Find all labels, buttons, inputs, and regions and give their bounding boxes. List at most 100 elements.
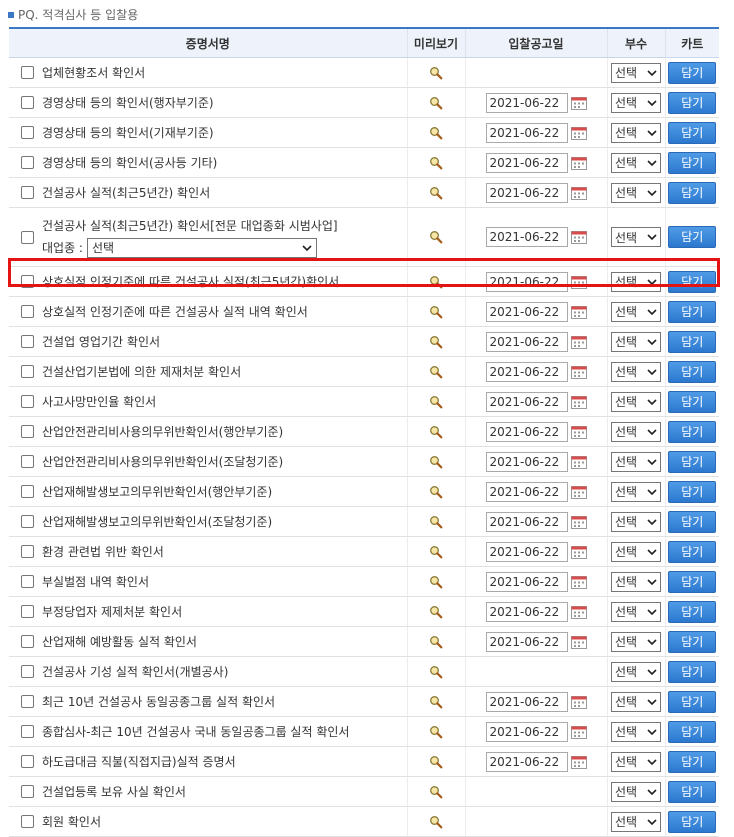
row-checkbox[interactable] xyxy=(21,425,34,438)
add-to-cart-button[interactable]: 담기 xyxy=(668,121,717,144)
calendar-icon[interactable] xyxy=(570,156,587,170)
calendar-icon[interactable] xyxy=(570,275,587,289)
add-to-cart-button[interactable]: 담기 xyxy=(668,330,717,353)
row-checkbox[interactable] xyxy=(21,665,34,678)
magnifier-icon[interactable] xyxy=(429,545,443,559)
magnifier-icon[interactable] xyxy=(429,815,443,829)
add-to-cart-button[interactable]: 담기 xyxy=(668,720,717,743)
bid-date-input[interactable]: 2021-06-22 xyxy=(485,721,568,742)
calendar-icon[interactable] xyxy=(570,725,587,739)
add-to-cart-button[interactable]: 담기 xyxy=(668,600,717,623)
magnifier-icon[interactable] xyxy=(429,665,443,679)
add-to-cart-button[interactable]: 담기 xyxy=(668,300,717,323)
row-checkbox[interactable] xyxy=(21,66,34,79)
row-checkbox[interactable] xyxy=(21,755,34,768)
copies-select[interactable]: 선택 xyxy=(611,511,661,532)
bid-date-input[interactable]: 2021-06-22 xyxy=(485,571,568,592)
bid-date-input[interactable]: 2021-06-22 xyxy=(485,541,568,562)
row-checkbox[interactable] xyxy=(21,275,34,288)
bid-date-input[interactable]: 2021-06-22 xyxy=(485,92,568,113)
magnifier-icon[interactable] xyxy=(429,305,443,319)
calendar-icon[interactable] xyxy=(570,365,587,379)
copies-select[interactable]: 선택 xyxy=(611,541,661,562)
add-to-cart-button[interactable]: 담기 xyxy=(668,480,717,503)
bid-date-input[interactable]: 2021-06-22 xyxy=(485,691,568,712)
add-to-cart-button[interactable]: 담기 xyxy=(668,690,717,713)
calendar-icon[interactable] xyxy=(570,335,587,349)
magnifier-icon[interactable] xyxy=(429,485,443,499)
row-checkbox[interactable] xyxy=(21,186,34,199)
magnifier-icon[interactable] xyxy=(429,755,443,769)
add-to-cart-button[interactable]: 담기 xyxy=(668,810,717,833)
calendar-icon[interactable] xyxy=(570,485,587,499)
row-checkbox[interactable] xyxy=(21,305,34,318)
copies-select[interactable]: 선택 xyxy=(611,227,661,247)
calendar-icon[interactable] xyxy=(570,305,587,319)
business-type-select[interactable]: 선택 xyxy=(86,237,317,258)
add-to-cart-button[interactable]: 담기 xyxy=(668,540,717,563)
row-checkbox[interactable] xyxy=(21,126,34,139)
magnifier-icon[interactable] xyxy=(429,186,443,200)
row-checkbox[interactable] xyxy=(21,785,34,798)
copies-select[interactable]: 선택 xyxy=(611,631,661,652)
row-checkbox[interactable] xyxy=(21,575,34,588)
calendar-icon[interactable] xyxy=(570,755,587,769)
add-to-cart-button[interactable]: 담기 xyxy=(668,360,717,383)
copies-select[interactable]: 선택 xyxy=(611,62,661,83)
add-to-cart-button[interactable]: 담기 xyxy=(668,61,717,84)
bid-date-input[interactable]: 2021-06-22 xyxy=(485,271,568,292)
magnifier-icon[interactable] xyxy=(429,230,443,244)
row-checkbox[interactable] xyxy=(21,365,34,378)
copies-select[interactable]: 선택 xyxy=(611,661,661,682)
calendar-icon[interactable] xyxy=(570,575,587,589)
add-to-cart-button[interactable]: 담기 xyxy=(668,630,717,653)
copies-select[interactable]: 선택 xyxy=(611,182,661,203)
row-checkbox[interactable] xyxy=(21,335,34,348)
calendar-icon[interactable] xyxy=(570,126,587,140)
calendar-icon[interactable] xyxy=(570,545,587,559)
row-checkbox[interactable] xyxy=(21,515,34,528)
magnifier-icon[interactable] xyxy=(429,425,443,439)
copies-select[interactable]: 선택 xyxy=(611,271,661,292)
add-to-cart-button[interactable]: 담기 xyxy=(668,570,717,593)
bid-date-input[interactable]: 2021-06-22 xyxy=(485,451,568,472)
bid-date-input[interactable]: 2021-06-22 xyxy=(485,361,568,382)
add-to-cart-button[interactable]: 담기 xyxy=(668,91,717,114)
bid-date-input[interactable]: 2021-06-22 xyxy=(485,751,568,772)
calendar-icon[interactable] xyxy=(570,96,587,110)
copies-select[interactable]: 선택 xyxy=(611,781,661,802)
calendar-icon[interactable] xyxy=(570,186,587,200)
copies-select[interactable]: 선택 xyxy=(611,361,661,382)
row-checkbox[interactable] xyxy=(21,230,34,244)
row-checkbox[interactable] xyxy=(21,395,34,408)
bid-date-input[interactable]: 2021-06-22 xyxy=(485,601,568,622)
copies-select[interactable]: 선택 xyxy=(611,811,661,832)
magnifier-icon[interactable] xyxy=(429,365,443,379)
calendar-icon[interactable] xyxy=(570,605,587,619)
magnifier-icon[interactable] xyxy=(429,785,443,799)
row-checkbox[interactable] xyxy=(21,156,34,169)
copies-select[interactable]: 선택 xyxy=(611,481,661,502)
calendar-icon[interactable] xyxy=(570,515,587,529)
bid-date-input[interactable]: 2021-06-22 xyxy=(485,152,568,173)
add-to-cart-button[interactable]: 담기 xyxy=(668,181,717,204)
row-checkbox[interactable] xyxy=(21,635,34,648)
add-to-cart-button[interactable]: 담기 xyxy=(668,660,717,683)
copies-select[interactable]: 선택 xyxy=(611,331,661,352)
magnifier-icon[interactable] xyxy=(429,66,443,80)
row-checkbox[interactable] xyxy=(21,815,34,828)
row-checkbox[interactable] xyxy=(21,725,34,738)
add-to-cart-button[interactable]: 담기 xyxy=(668,390,717,413)
magnifier-icon[interactable] xyxy=(429,575,443,589)
row-checkbox[interactable] xyxy=(21,96,34,109)
magnifier-icon[interactable] xyxy=(429,695,443,709)
copies-select[interactable]: 선택 xyxy=(611,152,661,173)
copies-select[interactable]: 선택 xyxy=(611,601,661,622)
copies-select[interactable]: 선택 xyxy=(611,721,661,742)
row-checkbox[interactable] xyxy=(21,485,34,498)
magnifier-icon[interactable] xyxy=(429,126,443,140)
copies-select[interactable]: 선택 xyxy=(611,691,661,712)
calendar-icon[interactable] xyxy=(570,635,587,649)
magnifier-icon[interactable] xyxy=(429,725,443,739)
calendar-icon[interactable] xyxy=(570,695,587,709)
